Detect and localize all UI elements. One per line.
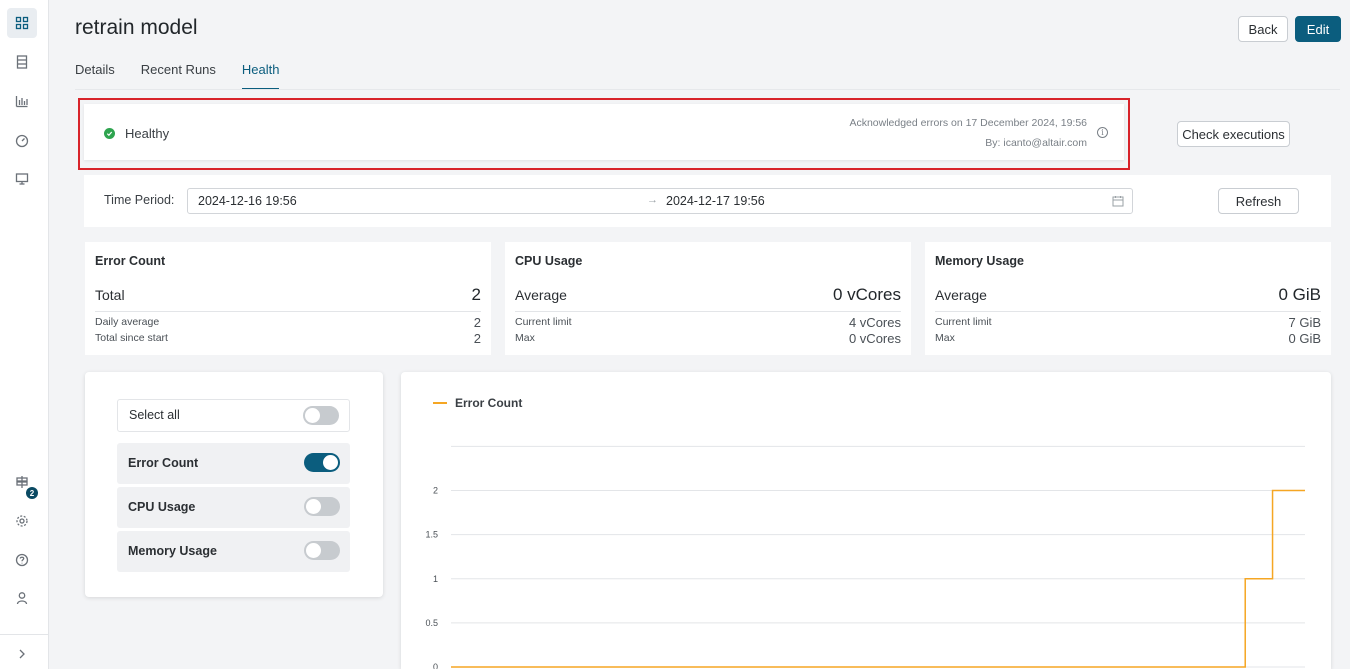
y-tick-label: 1.5	[425, 530, 438, 540]
stat-row-label: Total since start	[95, 332, 168, 344]
stat-row-value: 0 vCores	[848, 331, 901, 346]
time-period-label: Time Period:	[104, 193, 175, 207]
cpu-usage-toggle[interactable]	[304, 497, 340, 516]
gauge-icon[interactable]	[7, 126, 37, 156]
gear-icon[interactable]	[7, 506, 37, 536]
toggle-label: CPU Usage	[128, 500, 196, 514]
divider	[515, 311, 901, 312]
error-count-row[interactable]: Error Count	[117, 443, 350, 484]
stat-main-value: 0 vCores	[832, 285, 901, 304]
refresh-button[interactable]: Refresh	[1218, 188, 1299, 214]
stat-row-label: Current limit	[515, 316, 572, 328]
error-count-chart: 0 0.5 1 1.5 2 Error Count	[401, 372, 1331, 669]
stat-row-label: Daily average	[95, 316, 160, 328]
monitor-icon[interactable]	[7, 164, 37, 194]
memory-usage-row[interactable]: Memory Usage	[117, 531, 350, 572]
user-icon[interactable]	[7, 583, 37, 613]
check-executions-button[interactable]: Check executions	[1177, 121, 1290, 147]
stat-row-label: Max	[515, 332, 535, 344]
tabs-divider	[75, 89, 1340, 90]
y-tick-label: 1	[433, 574, 438, 584]
help-circle-icon[interactable]	[7, 545, 37, 575]
stat-row-value: 2	[473, 315, 481, 330]
bar-chart-icon[interactable]	[7, 86, 37, 116]
stat-row-value: 4 vCores	[848, 315, 901, 330]
legend-label: Error Count	[455, 396, 522, 410]
chevron-right-icon[interactable]	[7, 639, 37, 669]
tab-bar: Details Recent Runs Health	[75, 62, 305, 90]
stat-main-label: Average	[935, 287, 987, 303]
toggle-label: Error Count	[128, 456, 199, 470]
sidebar: 2	[0, 0, 49, 669]
memory-usage-toggle[interactable]	[304, 541, 340, 560]
stat-row-label: Max	[935, 332, 955, 344]
toggle-label: Select all	[129, 408, 180, 422]
divider	[935, 311, 1321, 312]
select-all-row[interactable]: Select all	[117, 399, 350, 432]
stat-row-value: 7 GiB	[1288, 315, 1321, 330]
select-all-toggle[interactable]	[303, 406, 339, 425]
edit-button[interactable]: Edit	[1295, 16, 1341, 42]
y-tick-label: 0	[433, 662, 438, 669]
chart-canvas: 0 0.5 1 1.5 2 Error Count	[425, 396, 1305, 669]
page-title: retrain model	[75, 16, 198, 39]
divider	[95, 311, 481, 312]
dashboard-grid-icon[interactable]	[7, 8, 37, 38]
y-tick-label: 2	[433, 486, 438, 496]
date-range-picker[interactable]: 2024-12-16 19:56 → 2024-12-17 19:56	[187, 188, 1133, 214]
error-count-card: Error Count Total 2 Daily average 2 Tota…	[85, 242, 491, 355]
toggle-label: Memory Usage	[128, 544, 217, 558]
sidebar-divider	[0, 634, 49, 635]
stat-main-value: 2	[471, 285, 481, 304]
stat-row-value: 2	[473, 331, 481, 346]
cpu-usage-row[interactable]: CPU Usage	[117, 487, 350, 528]
stat-main-label: Total	[95, 287, 125, 303]
tab-health[interactable]: Health	[241, 62, 280, 90]
notification-badge: 2	[26, 487, 38, 499]
cpu-usage-card: CPU Usage Average 0 vCores Current limit…	[505, 242, 911, 355]
stat-main-label: Average	[515, 287, 567, 303]
calendar-icon[interactable]	[1112, 195, 1124, 207]
end-date-field[interactable]: 2024-12-17 19:56	[666, 194, 765, 208]
error-count-toggle[interactable]	[304, 453, 340, 472]
stat-title: CPU Usage	[515, 254, 583, 268]
highlight-box	[78, 98, 1130, 170]
memory-usage-card: Memory Usage Average 0 GiB Current limit…	[925, 242, 1331, 355]
stat-row-label: Current limit	[935, 316, 992, 328]
y-tick-label: 0.5	[425, 618, 438, 628]
time-period-card: Time Period: 2024-12-16 19:56 → 2024-12-…	[84, 175, 1331, 227]
stat-title: Memory Usage	[935, 254, 1024, 268]
stat-main-value: 0 GiB	[1278, 285, 1321, 304]
stat-title: Error Count	[95, 254, 166, 268]
metric-toggle-panel: Select all Error Count CPU Usage Memory …	[85, 372, 383, 597]
arrow-right-icon: →	[647, 194, 658, 206]
back-button[interactable]: Back	[1238, 16, 1288, 42]
start-date-field[interactable]: 2024-12-16 19:56	[198, 194, 297, 208]
stat-row-value: 0 GiB	[1288, 331, 1321, 346]
tab-details[interactable]: Details	[75, 62, 115, 90]
tab-recent-runs[interactable]: Recent Runs	[141, 62, 216, 90]
document-list-icon[interactable]	[7, 47, 37, 77]
